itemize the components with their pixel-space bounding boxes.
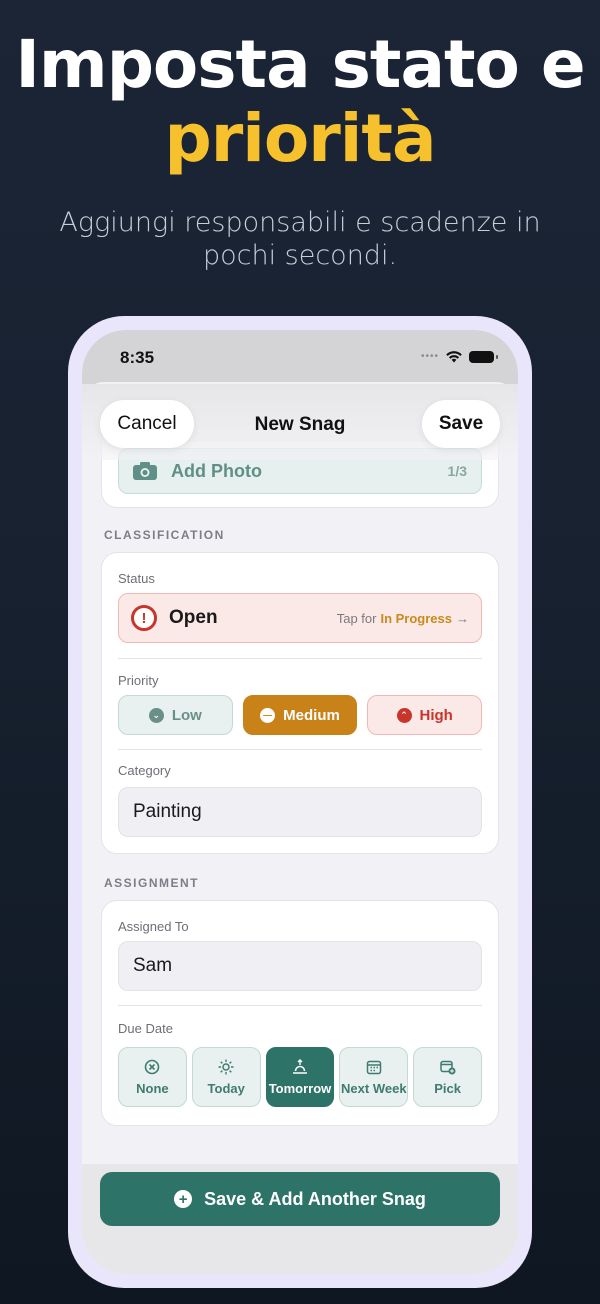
promo-headline: Imposta stato e priorità — [0, 28, 600, 176]
due-date-label: Due Date — [118, 1021, 173, 1036]
minus-icon: — — [260, 707, 276, 723]
due-tomorrow-label: Tomorrow — [268, 1080, 332, 1096]
status-icons: •••• — [420, 350, 498, 363]
assigned-to-field[interactable]: Sam — [118, 941, 482, 991]
divider — [118, 749, 482, 750]
signal-icon: •••• — [420, 351, 439, 362]
priority-medium-label: Medium — [283, 706, 340, 724]
due-date-selector: None Today Tomorrow Next Week Pick — [118, 1047, 482, 1107]
status-hint-prefix: Tap for — [336, 610, 377, 626]
save-button[interactable]: Save — [422, 400, 500, 448]
calendar-icon — [366, 1060, 382, 1074]
promo-subtitle: Aggiungi responsabili e scadenze in poch… — [59, 207, 541, 271]
arrow-right-icon: → — [456, 610, 469, 626]
camera-icon — [133, 462, 157, 480]
divider — [118, 658, 482, 659]
due-pick-button[interactable]: Pick — [413, 1047, 482, 1107]
app-screen: 8:35 •••• Add Photo 1/3 Cancel New Snag … — [82, 330, 518, 1274]
classification-header: CLASSIFICATION — [104, 528, 225, 542]
wifi-icon — [446, 351, 462, 363]
status-label: Status — [118, 571, 155, 586]
save-add-another-button[interactable]: + Save & Add Another Snag — [100, 1172, 500, 1226]
assignment-card: Assigned To Sam Due Date None Today Tomo… — [101, 900, 499, 1126]
status-hint-next: In Progress — [380, 610, 452, 626]
add-photo-label: Add Photo — [171, 460, 262, 481]
due-today-button[interactable]: Today — [191, 1047, 261, 1107]
assignment-header: ASSIGNMENT — [104, 876, 200, 890]
phone-frame: 8:35 •••• Add Photo 1/3 Cancel New Snag … — [68, 316, 532, 1288]
priority-selector: ⌄ Low — Medium ⌃ High — [118, 695, 483, 735]
status-time: 8:35 — [120, 348, 155, 367]
priority-medium-button[interactable]: — Medium — [242, 695, 358, 735]
priority-low-label: Low — [171, 706, 202, 724]
divider — [118, 1005, 482, 1006]
assigned-to-label: Assigned To — [118, 919, 189, 934]
calendar-plus-icon — [439, 1060, 456, 1074]
headline-accent: priorità — [164, 100, 436, 177]
sunrise-icon — [292, 1058, 307, 1074]
category-field[interactable]: Painting — [118, 787, 482, 837]
due-tomorrow-button[interactable]: Tomorrow — [265, 1047, 335, 1107]
due-pick-label: Pick — [434, 1080, 461, 1096]
due-next-week-label: Next Week — [341, 1080, 407, 1096]
priority-high-button[interactable]: ⌃ High — [367, 695, 483, 735]
priority-high-label: High — [419, 706, 453, 724]
alert-icon: ! — [131, 605, 157, 631]
classification-card: Status ! Open Tap for In Progress → Prio… — [101, 552, 499, 854]
due-today-label: Today — [207, 1080, 245, 1096]
chevron-down-icon: ⌄ — [148, 707, 164, 723]
due-next-week-button[interactable]: Next Week — [339, 1047, 409, 1107]
status-value: Open — [169, 607, 218, 628]
priority-label: Priority — [118, 673, 159, 688]
plus-icon: + — [174, 1190, 193, 1208]
due-none-label: None — [136, 1080, 169, 1096]
priority-low-button[interactable]: ⌄ Low — [118, 695, 233, 735]
category-label: Category — [118, 763, 171, 778]
headline-line1: Imposta stato e — [15, 26, 585, 103]
battery-icon — [469, 350, 498, 363]
chevron-up-icon: ⌃ — [396, 707, 412, 723]
photo-count: 1/3 — [447, 463, 467, 479]
due-none-button[interactable]: None — [118, 1047, 187, 1107]
status-toggle[interactable]: ! Open Tap for In Progress → — [118, 593, 482, 643]
nav-bar: Cancel New Snag Save — [82, 384, 518, 460]
x-circle-icon — [145, 1059, 160, 1074]
sun-icon — [218, 1059, 234, 1074]
status-hint: Tap for In Progress → — [337, 611, 469, 626]
save-add-another-label: Save & Add Another Snag — [204, 1188, 426, 1209]
